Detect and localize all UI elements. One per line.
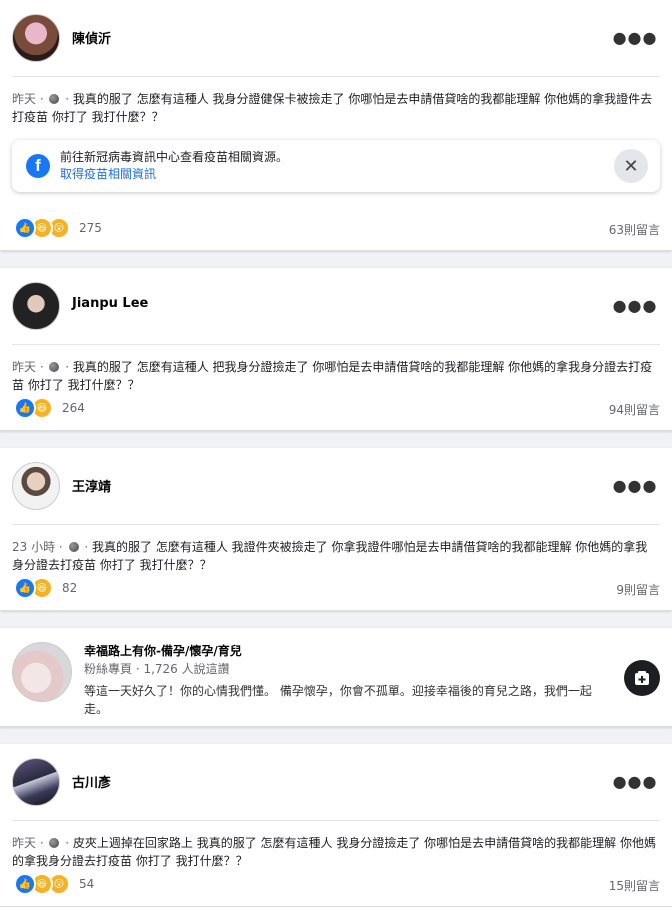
post-time[interactable]: 昨天 [12,836,36,850]
globe-icon [68,542,79,552]
author-name[interactable]: 古川彥 [72,772,111,791]
reaction-count: 275 [79,221,102,235]
comments-link[interactable]: 63則留言 [609,221,660,238]
post-body: 我真的服了 怎麼有這種人 把我身分證撿走了 你哪怕是去申請借貸啥的我都能理解 你… [12,360,653,392]
page-description: 等這一天好久了！你的心情我們懂。 備孕懷孕，你會不孤單。迎接幸福後的育兒之路，我… [84,684,592,716]
reaction-count: 264 [62,401,85,415]
covid-info-text: 前往新冠病毒資訊中心查看疫苗相關資源。 [60,150,289,164]
post-body: 我真的服了 怎麼有這種人 我身分證健保卡被撿走了 你哪怕是去申請借貸啥的我都能理… [12,92,653,124]
reaction-count: 54 [79,877,95,891]
add-icon[interactable] [624,660,660,696]
like-reaction-icon: 👍 [14,577,36,599]
author-name[interactable]: 王淳靖 [72,476,111,495]
post-time[interactable]: 23 小時 [12,540,55,554]
avatar[interactable] [12,282,60,330]
post-body: 皮夾上週掉在回家路上 我真的服了 怎麼有這種人 我身分證撿走了 你哪怕是去申請借… [12,836,656,868]
avatar[interactable] [12,758,60,806]
post-footer: 👍 😆 😮 54 15則留言 [12,872,660,896]
globe-icon [49,94,60,104]
post-body: 我真的服了 怎麼有這種人 我證件夾被撿走了 你拿我證件哪怕是去申請借貸啥的我都能… [12,540,648,572]
like-reaction-icon: 👍 [14,397,36,419]
post-footer: 👍 😆 😮 275 63則留言 [12,216,660,240]
avatar[interactable] [12,462,60,510]
globe-icon [49,838,60,848]
page-name[interactable]: 幸福路上有你-備孕/懷孕/育兒 [84,642,242,659]
post-card: 王淳靖 ●●● 23 小時 · · 我真的服了 怎麼有這種人 我證件夾被撿走了 … [0,448,672,611]
post-card: 陳偵沂 ●●● 昨天 · · 我真的服了 怎麼有這種人 我身分證健保卡被撿走了 … [0,0,672,251]
post-header: Jianpu Lee ●●● [12,268,660,345]
comments-link[interactable]: 15則留言 [609,877,660,894]
post-text: 昨天 · · 皮夾上週掉在回家路上 我真的服了 怎麼有這種人 我身分證撿走了 你… [12,836,656,868]
covid-info-box: f 前往新冠病毒資訊中心查看疫苗相關資源。 取得疫苗相關資訊 ✕ [12,140,660,192]
post-card: 古川彥 ●●● 昨天 · · 皮夾上週掉在回家路上 我真的服了 怎麼有這種人 我… [0,744,672,907]
post-footer: 👍 😆 82 9則留言 [12,576,660,600]
reaction-count: 82 [62,581,78,595]
post-header: 陳偵沂 ●●● [12,0,660,77]
post-header: 王淳靖 ●●● [12,448,660,525]
like-reaction-icon: 👍 [14,873,36,895]
more-options-icon[interactable]: ●●● [613,470,657,500]
post-time[interactable]: 昨天 [12,92,36,106]
globe-icon [49,362,60,372]
post-text: 昨天 · · 我真的服了 怎麼有這種人 把我身分證撿走了 你哪怕是去申請借貸啥的… [12,360,653,392]
covid-info-link[interactable]: 取得疫苗相關資訊 [60,165,156,182]
page-avatar[interactable] [12,642,72,702]
author-name[interactable]: 陳偵沂 [72,28,111,47]
reactions[interactable]: 👍 😆 😮 54 [14,873,95,895]
comments-link[interactable]: 9則留言 [616,581,660,598]
post-text: 23 小時 · · 我真的服了 怎麼有這種人 我證件夾被撿走了 你拿我證件哪怕是… [12,540,648,572]
reactions[interactable]: 👍 😆 264 [14,397,85,419]
post-time[interactable]: 昨天 [12,360,36,374]
like-reaction-icon: 👍 [14,217,36,239]
avatar[interactable] [12,14,60,62]
post-header: 古川彥 ●●● [12,744,660,821]
facebook-icon: f [26,154,50,178]
page-meta: 粉絲專頁 · 1,726 人說這讚 [84,662,230,676]
post-card: Jianpu Lee ●●● 昨天 · · 我真的服了 怎麼有這種人 把我身分證… [0,268,672,431]
reactions[interactable]: 👍 😆 82 [14,577,78,599]
close-icon[interactable]: ✕ [614,149,648,183]
comments-link[interactable]: 94則留言 [609,401,660,418]
more-options-icon[interactable]: ●●● [613,290,657,320]
reactions[interactable]: 👍 😆 😮 275 [14,217,102,239]
post-footer: 👍 😆 264 94則留言 [12,396,660,420]
post-text: 昨天 · · 我真的服了 怎麼有這種人 我身分證健保卡被撿走了 你哪怕是去申請借… [12,92,653,124]
more-options-icon[interactable]: ●●● [613,766,657,796]
page-suggestion-card: 幸福路上有你-備孕/懷孕/育兒 粉絲專頁 · 1,726 人說這讚 等這一天好久… [0,628,672,727]
more-options-icon[interactable]: ●●● [613,22,657,52]
author-name[interactable]: Jianpu Lee [72,296,148,311]
